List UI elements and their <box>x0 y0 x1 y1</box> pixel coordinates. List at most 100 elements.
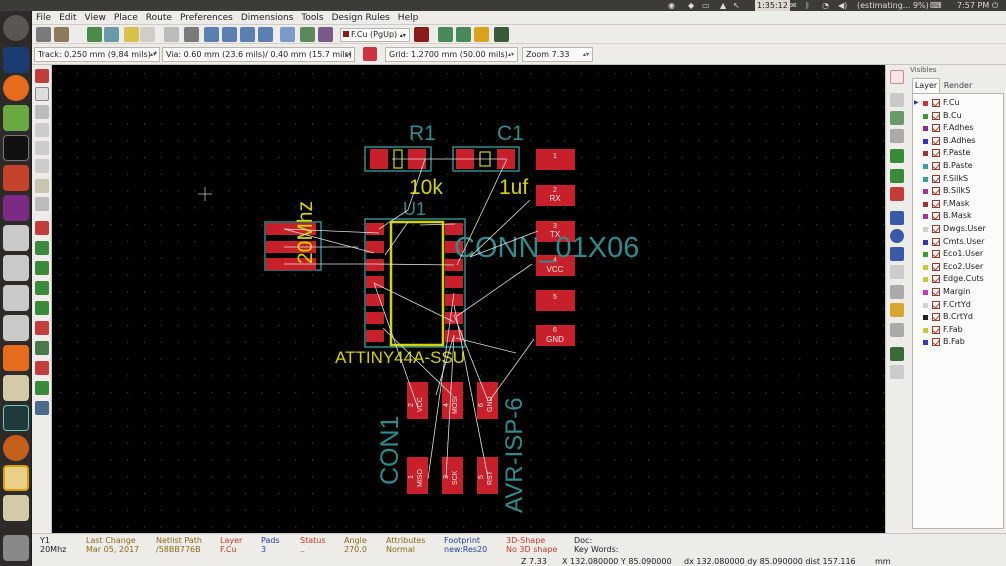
layer-name[interactable]: Edge.Cuts <box>943 273 984 286</box>
drive-icon[interactable] <box>3 255 29 281</box>
redraw-icon[interactable] <box>240 27 255 42</box>
zone-display-icon[interactable] <box>35 241 49 255</box>
layer-name[interactable]: B.CrtYd <box>943 311 973 324</box>
layer-name[interactable]: B.Adhes <box>943 135 976 148</box>
layer-visibility-checkbox[interactable] <box>932 136 940 145</box>
layer-color-swatch[interactable] <box>923 214 928 220</box>
track-sizes-icon[interactable] <box>363 47 377 61</box>
zoom-out-icon[interactable] <box>222 27 237 42</box>
plot-icon[interactable] <box>184 27 199 42</box>
layer-color-swatch[interactable] <box>923 239 928 245</box>
mail-icon[interactable]: ✉ <box>790 0 797 11</box>
layer-name[interactable]: Dwgs.User <box>943 223 986 236</box>
layer-color-swatch[interactable] <box>923 164 928 169</box>
zone-fill-icon[interactable] <box>35 281 49 295</box>
layer-select-dropdown[interactable]: F.Cu (PgUp) ▴▾ <box>340 28 410 42</box>
ratsnest-icon[interactable] <box>35 179 49 193</box>
layer-row[interactable]: Margin <box>913 286 1003 299</box>
inkscape-icon[interactable] <box>3 105 29 131</box>
layer-visibility-checkbox[interactable] <box>932 262 940 271</box>
layer-color-swatch[interactable] <box>923 302 928 308</box>
settings-icon[interactable] <box>3 435 29 461</box>
battery-icon[interactable]: ▭ <box>702 0 710 11</box>
print-icon[interactable] <box>164 27 179 42</box>
layer-color-swatch[interactable] <box>923 227 928 232</box>
layer-name[interactable]: B.Mask <box>943 210 972 223</box>
drc-off-icon[interactable] <box>35 69 49 83</box>
layer-name[interactable]: F.Paste <box>943 147 970 160</box>
keyboard-icon[interactable]: ⌨ <box>930 0 942 11</box>
layer-row[interactable]: B.Adhes <box>913 135 1003 148</box>
layer-visibility-checkbox[interactable] <box>932 124 940 133</box>
layer-visibility-checkbox[interactable] <box>932 162 940 170</box>
shield-icon[interactable]: ◉ <box>668 0 675 11</box>
layer-name[interactable]: Eco1.User <box>943 248 983 261</box>
page-settings-icon[interactable] <box>87 27 102 42</box>
grid-origin-icon[interactable] <box>890 347 904 361</box>
layer-row[interactable]: ▶ F.Cu <box>913 97 1003 110</box>
wifi-icon[interactable]: ◔ <box>822 0 829 11</box>
layer-color-swatch[interactable] <box>923 126 928 132</box>
new-board-icon[interactable] <box>36 27 51 42</box>
footprint-editor-icon[interactable] <box>438 27 453 42</box>
menu-edit[interactable]: Edit <box>55 11 80 25</box>
mm-units-icon[interactable] <box>35 141 49 155</box>
layer-name[interactable]: Eco2.User <box>943 261 983 274</box>
layer-color-swatch[interactable] <box>923 176 928 182</box>
layer-name[interactable]: F.Mask <box>943 198 969 211</box>
redo-icon[interactable] <box>140 27 155 42</box>
layer-color-swatch[interactable] <box>923 340 928 346</box>
layer-visibility-checkbox[interactable] <box>932 338 940 347</box>
layer-color-swatch[interactable] <box>923 327 928 333</box>
select-arrow-icon[interactable] <box>890 70 904 84</box>
menu-route[interactable]: Route <box>142 11 176 25</box>
pcbnew-icon[interactable] <box>3 465 29 491</box>
layer-name[interactable]: B.Paste <box>943 160 973 173</box>
layer-name[interactable]: B.Cu <box>943 110 962 123</box>
open-icon[interactable] <box>54 27 69 42</box>
zoom-in-icon[interactable] <box>204 27 219 42</box>
system-time[interactable]: 7:57 PM <box>957 0 989 11</box>
trash-icon[interactable] <box>3 535 29 561</box>
layer-name[interactable]: F.Adhes <box>943 122 973 135</box>
layer-visibility-checkbox[interactable] <box>932 212 940 221</box>
menu-place[interactable]: Place <box>110 11 142 25</box>
add-dimension-icon[interactable] <box>890 285 904 299</box>
layer-row[interactable]: B.CrtYd <box>913 311 1003 324</box>
layer-visibility-checkbox[interactable] <box>932 250 940 259</box>
layer-color-swatch[interactable] <box>923 201 928 207</box>
system-monitor-icon[interactable] <box>3 405 29 431</box>
layer-row[interactable]: F.Paste <box>913 147 1003 160</box>
python-icon[interactable] <box>494 27 509 42</box>
layer-color-swatch[interactable] <box>923 315 928 321</box>
netlist-icon[interactable] <box>300 27 315 42</box>
via-sketch-icon[interactable] <box>35 321 49 335</box>
power-icon[interactable]: ⏻ <box>992 0 998 11</box>
menu-view[interactable]: View <box>81 11 110 25</box>
find-icon[interactable] <box>280 27 295 42</box>
layer-visibility-checkbox[interactable] <box>932 174 940 183</box>
layer-visibility-checkbox[interactable] <box>932 325 940 334</box>
layer-row[interactable]: F.Adhes <box>913 122 1003 135</box>
firefox-icon[interactable] <box>3 75 29 101</box>
software-center-icon[interactable] <box>3 345 29 371</box>
layer-color-swatch[interactable] <box>923 101 928 106</box>
layer-name[interactable]: B.Fab <box>943 336 965 349</box>
bluetooth-icon[interactable]: ᛒ <box>805 0 810 11</box>
layer-visibility-checkbox[interactable] <box>932 111 940 120</box>
layer-name[interactable]: Margin <box>943 286 970 299</box>
terminal-icon[interactable] <box>3 135 29 161</box>
save-icon[interactable] <box>104 27 119 42</box>
layer-name[interactable]: F.SilkS <box>943 173 968 186</box>
layer-row[interactable]: Eco1.User <box>913 248 1003 261</box>
app-icon[interactable] <box>3 165 29 191</box>
layer-visibility-checkbox[interactable] <box>932 288 940 296</box>
layer-row[interactable]: Edge.Cuts <box>913 273 1003 286</box>
kicad-icon[interactable] <box>3 195 29 221</box>
layer-visibility-checkbox[interactable] <box>932 187 940 196</box>
layer-color-swatch[interactable] <box>923 290 928 295</box>
layer-color-swatch[interactable] <box>923 252 928 258</box>
high-contrast-icon[interactable] <box>35 361 49 375</box>
layer-visibility-checkbox[interactable] <box>932 300 940 309</box>
timer-clock[interactable]: 1:35:12 <box>755 0 790 11</box>
